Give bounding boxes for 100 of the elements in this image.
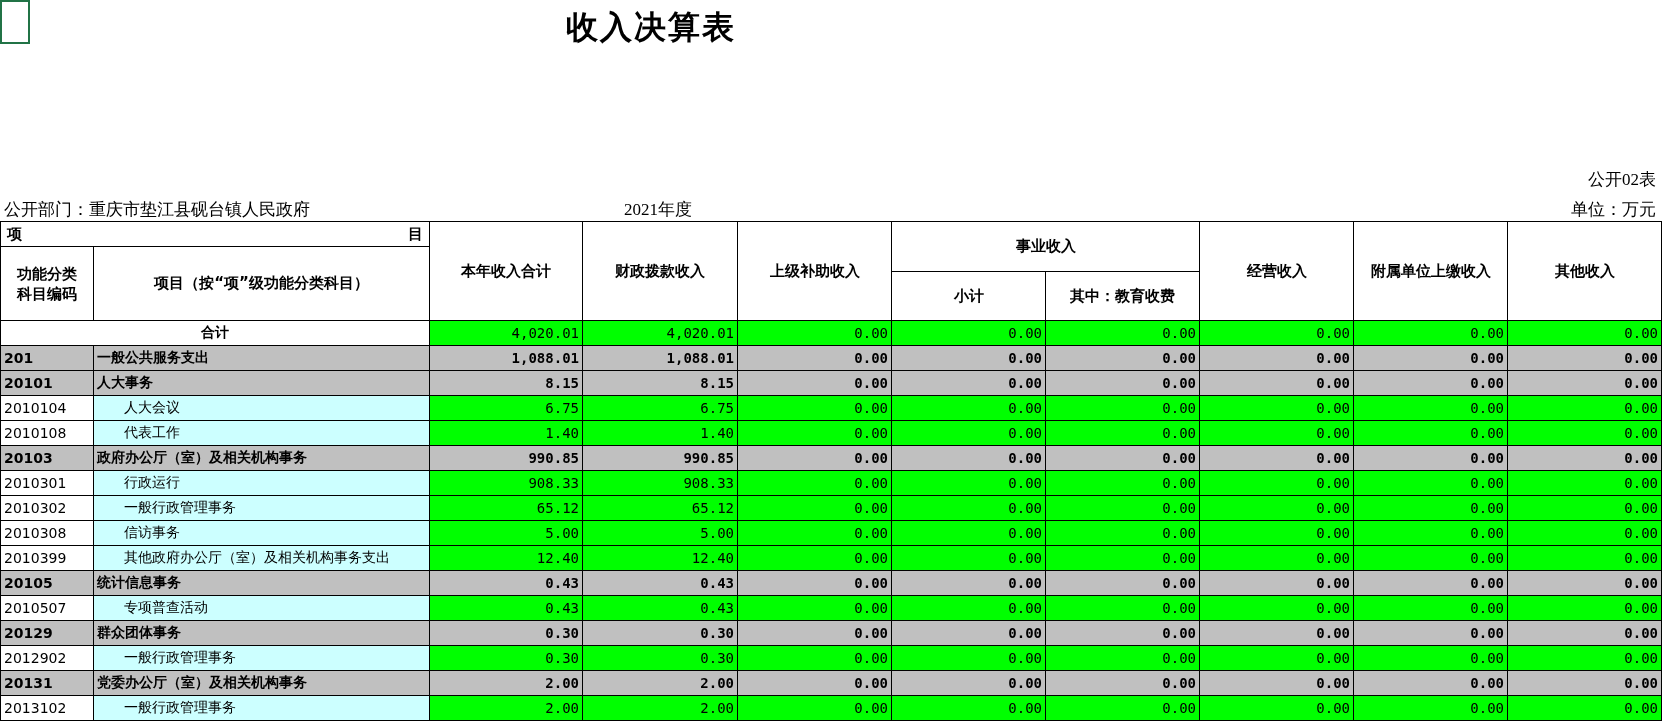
table-cell: 0.00 (1353, 345, 1508, 371)
table-cell: 0.00 (737, 420, 892, 446)
table-cell: 5.00 (582, 520, 738, 546)
table-cell: 0.00 (1353, 645, 1508, 671)
table-cell: 2010507 (0, 595, 94, 621)
table-cell: 0.00 (1353, 495, 1508, 521)
table-cell: 0.30 (582, 620, 738, 646)
table-cell: 0.43 (429, 595, 583, 621)
table-cell: 0.00 (1045, 320, 1200, 346)
table-cell: 0.00 (1507, 695, 1662, 721)
table-cell: 0.00 (1507, 445, 1662, 471)
table-cell: 12.40 (582, 545, 738, 571)
table-cell: 0.00 (1045, 620, 1200, 646)
header-cell: 本年收入合计 (429, 221, 583, 321)
table-cell: 990.85 (429, 445, 583, 471)
table-cell: 2010301 (0, 470, 94, 496)
table-cell: 0.00 (891, 570, 1046, 596)
table-cell: 0.00 (1199, 695, 1354, 721)
year-label: 2021年度 (624, 199, 693, 221)
table-cell: 0.00 (1353, 370, 1508, 396)
table-cell: 0.00 (1199, 520, 1354, 546)
table-cell: 0.00 (891, 320, 1046, 346)
table-cell: 0.00 (737, 445, 892, 471)
table-cell: 6.75 (582, 395, 738, 421)
table-cell: 行政运行 (93, 470, 430, 496)
header-cell: 经营收入 (1199, 221, 1354, 321)
table-cell: 0.30 (582, 645, 738, 671)
table-cell: 0.00 (1045, 645, 1200, 671)
table-cell: 2.00 (429, 695, 583, 721)
table-cell: 0.00 (737, 645, 892, 671)
table-cell: 0.00 (737, 595, 892, 621)
table-cell: 0.00 (737, 545, 892, 571)
table-cell: 0.00 (891, 345, 1046, 371)
header-cell: 上级补助收入 (737, 221, 892, 321)
table-cell: 0.00 (1353, 595, 1508, 621)
table-cell: 党委办公厅（室）及相关机构事务 (93, 670, 430, 696)
table-cell: 0.00 (737, 370, 892, 396)
table-cell: 0.00 (1045, 520, 1200, 546)
header-cell: 附属单位上缴收入 (1353, 221, 1508, 321)
table-cell: 0.00 (1199, 670, 1354, 696)
table-cell: 群众团体事务 (93, 620, 430, 646)
table-cell: 0.00 (737, 570, 892, 596)
table-cell: 0.00 (1199, 620, 1354, 646)
table-cell: 0.00 (1507, 670, 1662, 696)
table-cell: 0.00 (1353, 695, 1508, 721)
table-cell: 0.30 (429, 645, 583, 671)
sheet-title: 收入决算表 (566, 9, 736, 45)
table-cell: 4,020.01 (582, 320, 738, 346)
table-cell: 0.00 (1045, 470, 1200, 496)
table-cell: 合计 (0, 320, 430, 346)
unit-label: 单位：万元 (1571, 199, 1656, 221)
table-cell: 0.00 (1045, 545, 1200, 571)
table-cell: 0.00 (1199, 595, 1354, 621)
table-cell: 人大会议 (93, 395, 430, 421)
table-cell: 0.00 (1507, 495, 1662, 521)
table-cell: 0.00 (1045, 695, 1200, 721)
table-cell: 0.00 (737, 670, 892, 696)
table-cell: 201 (0, 345, 94, 371)
table-cell: 人大事务 (93, 370, 430, 396)
table-cell: 1.40 (582, 420, 738, 446)
table-cell: 0.00 (737, 395, 892, 421)
table-cell: 0.00 (1353, 545, 1508, 571)
table-cell: 0.00 (1507, 370, 1662, 396)
header-cell: 其他收入 (1507, 221, 1662, 321)
table-cell: 0.00 (891, 595, 1046, 621)
table-cell: 2010108 (0, 420, 94, 446)
table-cell: 0.00 (1353, 420, 1508, 446)
table-cell: 0.00 (1353, 520, 1508, 546)
table-cell: 代表工作 (93, 420, 430, 446)
table-cell: 0.00 (737, 345, 892, 371)
cell-cursor (0, 0, 30, 44)
table-cell: 其他政府办公厅（室）及相关机构事务支出 (93, 545, 430, 571)
table-cell: 0.43 (429, 570, 583, 596)
table-cell: 一般行政管理事务 (93, 695, 430, 721)
table-cell: 0.00 (891, 645, 1046, 671)
table-cell: 2.00 (582, 670, 738, 696)
table-cell: 0.00 (1507, 520, 1662, 546)
table-cell: 0.00 (1353, 620, 1508, 646)
table-cell: 0.00 (1199, 420, 1354, 446)
header-cell: 事业收入 (891, 221, 1200, 272)
table-cell: 0.00 (1045, 345, 1200, 371)
table-cell: 0.00 (1353, 445, 1508, 471)
table-cell: 0.00 (1507, 620, 1662, 646)
table-cell: 0.00 (1507, 595, 1662, 621)
table-cell: 0.00 (1199, 445, 1354, 471)
table-cell: 0.00 (1507, 470, 1662, 496)
table-cell: 2010104 (0, 395, 94, 421)
table-cell: 1.40 (429, 420, 583, 446)
table-cell: 0.43 (582, 570, 738, 596)
table-cell: 908.33 (429, 470, 583, 496)
table-cell: 0.00 (1045, 595, 1200, 621)
table-cell: 0.00 (1199, 370, 1354, 396)
header-cell: 小计 (891, 271, 1046, 321)
header-cell: 财政拨款收入 (582, 221, 738, 321)
table-cell: 0.00 (1353, 670, 1508, 696)
header-cell: 功能分类科目编码 (0, 246, 94, 321)
table-cell: 65.12 (429, 495, 583, 521)
table-cell: 20101 (0, 370, 94, 396)
table-cell: 0.00 (891, 370, 1046, 396)
table-cell: 0.00 (891, 520, 1046, 546)
